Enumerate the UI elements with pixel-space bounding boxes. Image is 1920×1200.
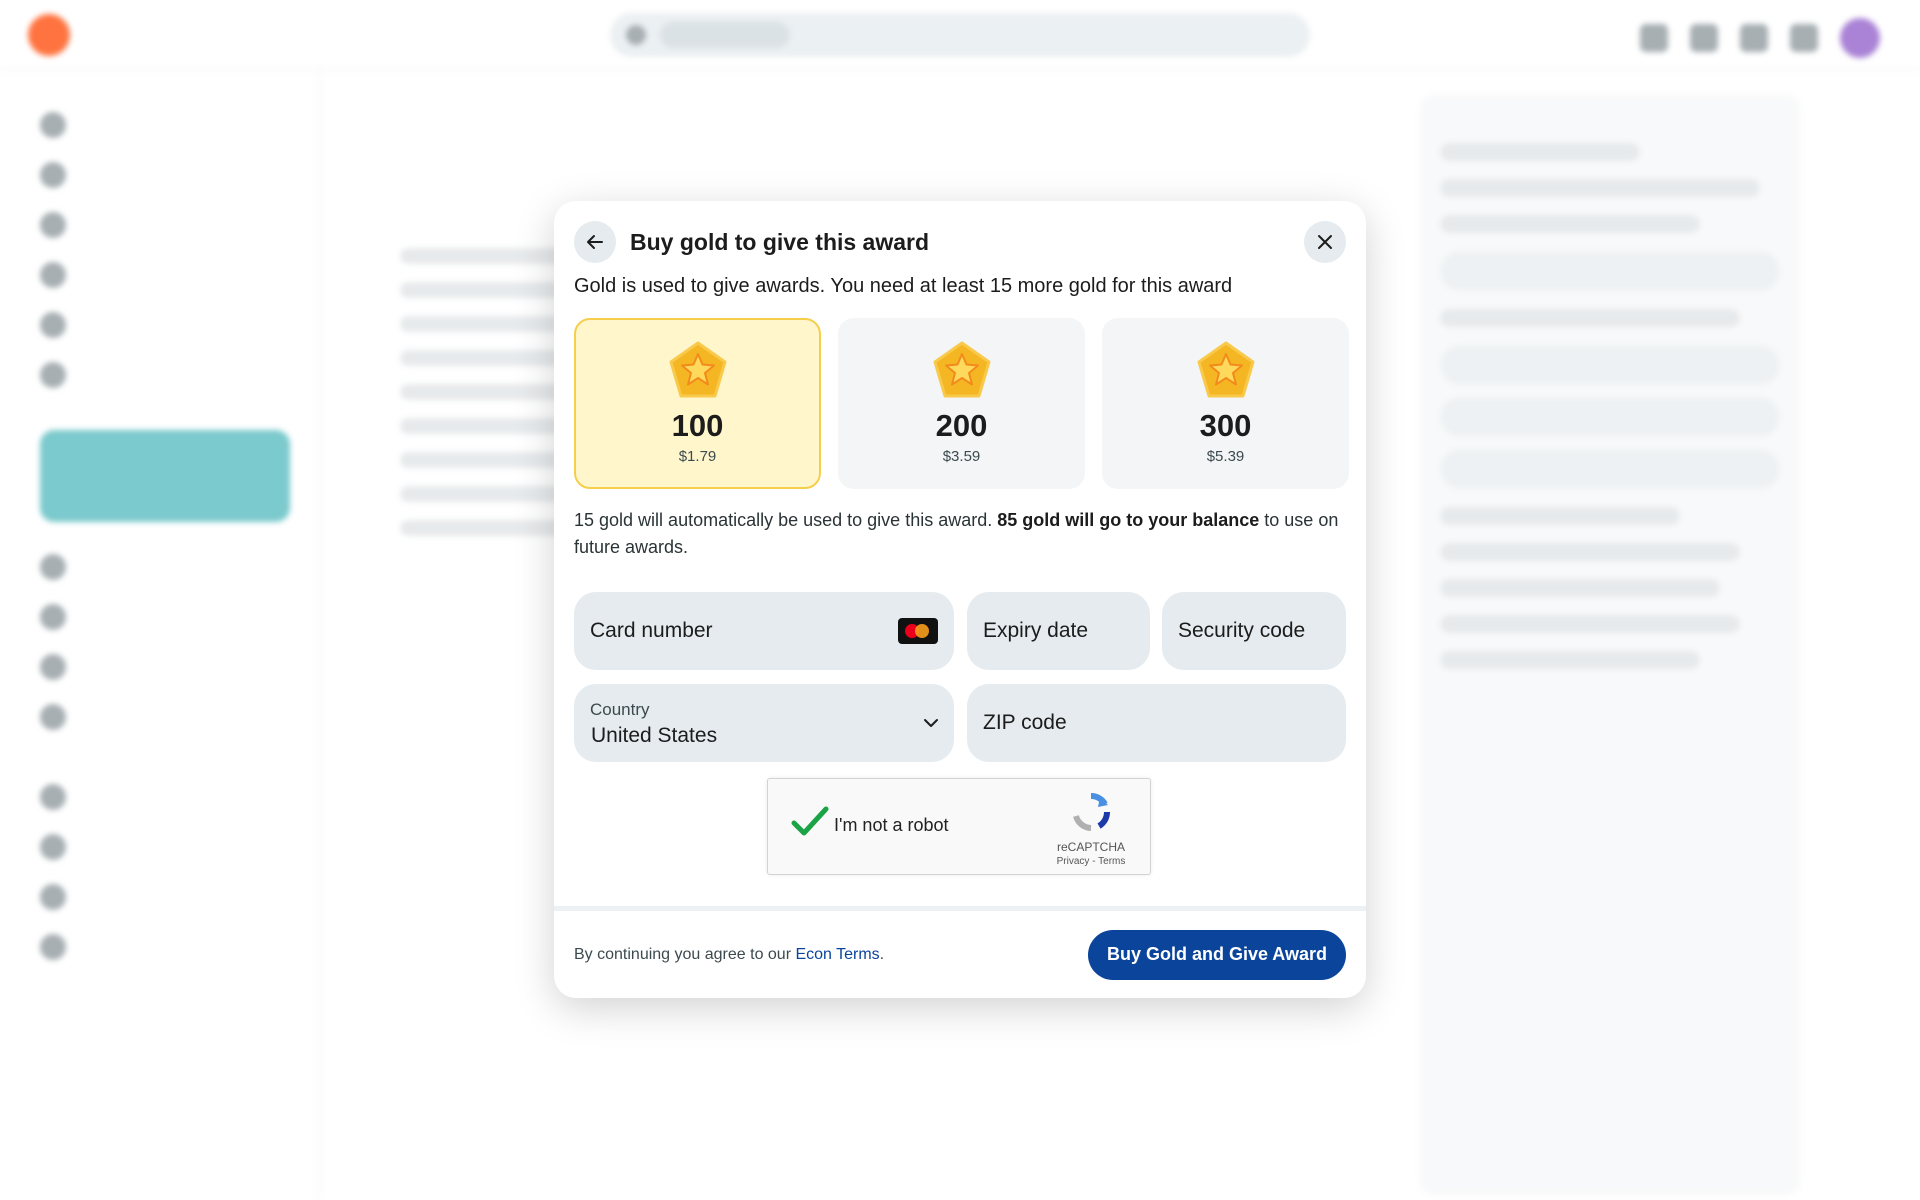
country-value: United States	[591, 724, 718, 747]
recaptcha-logo: reCAPTCHA Privacy - Terms	[1046, 791, 1136, 867]
terms-text: By continuing you agree to our Econ Term…	[574, 946, 1088, 964]
recaptcha-icon	[1073, 792, 1111, 831]
package-price: $1.79	[678, 448, 717, 465]
chevron-down-icon	[924, 719, 938, 727]
recaptcha-label: I'm not a robot	[834, 815, 949, 835]
terms-period: .	[879, 945, 885, 963]
recaptcha-brand: reCAPTCHA	[1056, 840, 1125, 854]
zip-code-field[interactable]: ZIP code	[967, 684, 1346, 762]
card-number-placeholder: Card number	[590, 619, 713, 642]
recaptcha-privacy-terms-link[interactable]: Privacy - Terms	[1046, 856, 1136, 867]
gold-coin-icon	[669, 341, 726, 398]
buy-gold-modal: Buy gold to give this award Gold is used…	[554, 201, 1366, 998]
package-amount: 100	[671, 408, 724, 443]
country-select[interactable]: Country United States	[574, 684, 954, 762]
modal-header: Buy gold to give this award	[574, 221, 1346, 263]
card-number-field[interactable]: Card number	[574, 592, 954, 670]
gold-coin-icon	[933, 341, 990, 398]
gold-package-300[interactable]: 300 $5.39	[1102, 318, 1349, 489]
zip-code-placeholder: ZIP code	[983, 711, 1067, 734]
recaptcha-widget: I'm not a robot reCAPTCHA Privacy - Term…	[767, 778, 1151, 875]
gold-coin-icon	[1197, 341, 1254, 398]
modal-subtitle: Gold is used to give awards. You need at…	[574, 275, 1233, 297]
terms-prefix: By continuing you agree to our	[574, 945, 796, 963]
expiry-date-placeholder: Expiry date	[983, 619, 1089, 642]
buy-gold-button[interactable]: Buy Gold and Give Award	[1087, 929, 1346, 980]
package-price: $5.39	[1206, 448, 1245, 465]
package-price: $3.59	[942, 448, 981, 465]
package-amount: 300	[1199, 408, 1252, 443]
gold-packages: 100 $1.79 200 $3.59 300 $5.39	[574, 318, 1349, 489]
close-icon	[1318, 235, 1332, 249]
modal-footer: By continuing you agree to our Econ Term…	[554, 906, 1366, 998]
gold-package-100[interactable]: 100 $1.79	[574, 318, 821, 489]
mastercard-icon	[898, 618, 938, 644]
expiry-date-field[interactable]: Expiry date	[967, 592, 1150, 670]
package-amount: 200	[935, 408, 988, 443]
gold-balance-note: 15 gold will automatically be used to gi…	[574, 507, 1354, 561]
country-label: Country	[590, 700, 650, 719]
gold-package-200[interactable]: 200 $3.59	[838, 318, 1085, 489]
note-emphasis: 85 gold will go to your balance	[997, 510, 1260, 530]
security-code-field[interactable]: Security code	[1162, 592, 1346, 670]
close-button[interactable]	[1304, 221, 1346, 263]
arrow-left-icon	[587, 235, 603, 249]
recaptcha-checkbox[interactable]	[790, 805, 830, 839]
back-button[interactable]	[574, 221, 616, 263]
note-text: 15 gold will automatically be used to gi…	[574, 510, 998, 530]
econ-terms-link[interactable]: Econ Terms	[795, 946, 879, 963]
security-code-placeholder: Security code	[1178, 619, 1306, 642]
modal-title: Buy gold to give this award	[630, 228, 930, 255]
